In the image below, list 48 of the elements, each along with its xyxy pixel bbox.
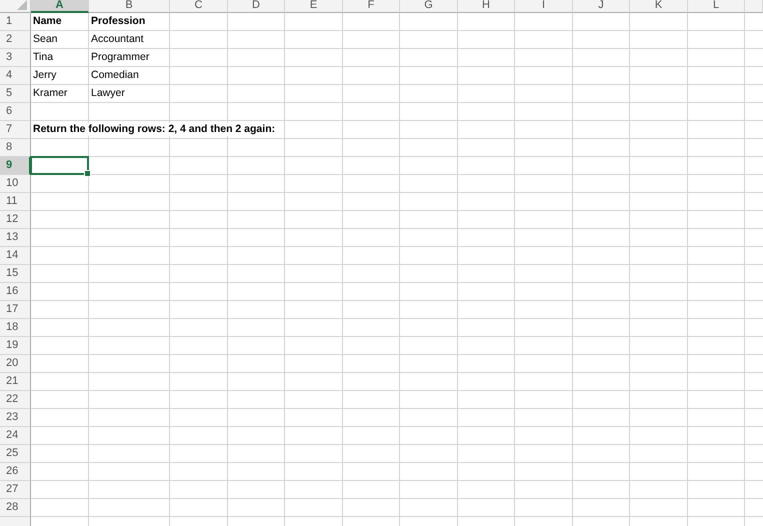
cell-text: Return the following rows: 2, 4 and then 2 again: bbox=[33, 123, 276, 136]
column-header[interactable]: J bbox=[573, 0, 630, 13]
column-header[interactable]: B bbox=[89, 0, 170, 13]
cell-grid[interactable]: Name Profession Sean Accountant Tina Programmer Jerry Comedian Kramer Lawyer Return the following rows: 2, 4 and then 2 again: bbox=[31, 13, 763, 526]
cell-text: Lawyer bbox=[91, 87, 125, 100]
row-header[interactable]: 4 bbox=[0, 67, 31, 85]
row-header[interactable]: 19 bbox=[0, 337, 31, 355]
row-header[interactable]: 2 bbox=[0, 31, 31, 49]
row-header[interactable]: 14 bbox=[0, 247, 31, 265]
row-header[interactable]: 7 bbox=[0, 121, 31, 139]
select-all-icon[interactable] bbox=[17, 0, 27, 10]
row-header[interactable]: 10 bbox=[0, 175, 31, 193]
row-header[interactable]: 21 bbox=[0, 373, 31, 391]
column-header[interactable]: I bbox=[515, 0, 573, 13]
column-header[interactable]: E bbox=[285, 0, 343, 13]
row-header[interactable]: 12 bbox=[0, 211, 31, 229]
column-header[interactable] bbox=[745, 0, 763, 13]
row-header[interactable]: 20 bbox=[0, 355, 31, 373]
row-header[interactable]: 1 bbox=[0, 13, 31, 31]
row-header[interactable]: 22 bbox=[0, 391, 31, 409]
column-header[interactable]: K bbox=[630, 0, 688, 13]
row-header[interactable]: 25 bbox=[0, 445, 31, 463]
column-header[interactable]: D bbox=[228, 0, 285, 13]
cell-text: Programmer bbox=[91, 51, 150, 64]
row-header[interactable]: 11 bbox=[0, 193, 31, 211]
active-cell[interactable] bbox=[30, 156, 89, 175]
row-header[interactable]: 8 bbox=[0, 139, 31, 157]
column-header[interactable]: C bbox=[170, 0, 228, 13]
row-header[interactable]: 13 bbox=[0, 229, 31, 247]
column-header[interactable]: G bbox=[400, 0, 458, 13]
column-header[interactable]: L bbox=[688, 0, 745, 13]
row-header[interactable]: 23 bbox=[0, 409, 31, 427]
row-header[interactable]: 28 bbox=[0, 499, 31, 517]
column-header[interactable]: F bbox=[343, 0, 400, 13]
row-header[interactable]: 27 bbox=[0, 481, 31, 499]
row-header[interactable]: 6 bbox=[0, 103, 31, 121]
row-header[interactable]: 15 bbox=[0, 265, 31, 283]
row-header[interactable]: 26 bbox=[0, 463, 31, 481]
row-header[interactable]: 3 bbox=[0, 49, 31, 67]
column-header[interactable]: A bbox=[31, 0, 89, 13]
row-header[interactable]: 5 bbox=[0, 85, 31, 103]
row-header[interactable]: 18 bbox=[0, 319, 31, 337]
row-header[interactable]: 17 bbox=[0, 301, 31, 319]
row-header[interactable]: 9 bbox=[0, 157, 31, 175]
row-header[interactable]: 16 bbox=[0, 283, 31, 301]
cell-text: Jerry bbox=[33, 69, 56, 82]
row-header[interactable]: 24 bbox=[0, 427, 31, 445]
column-header[interactable]: H bbox=[458, 0, 515, 13]
